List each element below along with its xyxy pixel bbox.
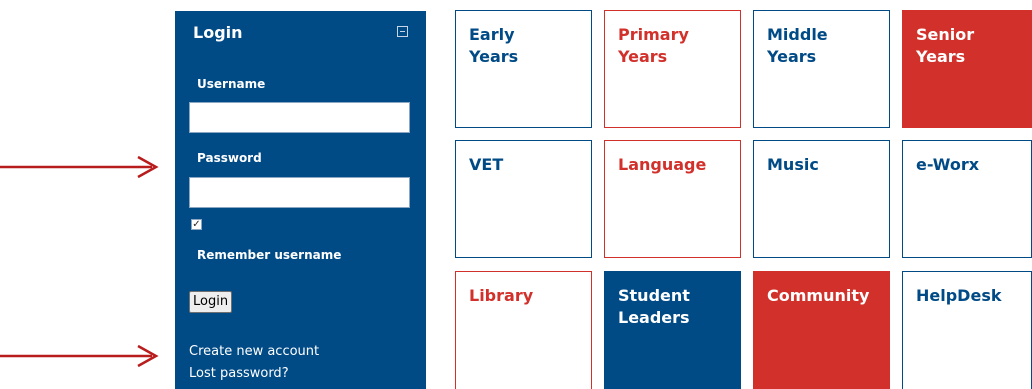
- tile-label: Early Years: [469, 25, 519, 66]
- tile-primary-years[interactable]: Primary Years: [604, 10, 741, 128]
- username-label: Username: [197, 77, 266, 91]
- checkmark-icon: ✓: [192, 219, 201, 230]
- arrow-icon: [0, 344, 159, 368]
- tile-vet[interactable]: VET: [455, 140, 592, 258]
- tile-label: e-Worx: [916, 155, 980, 174]
- tile-label: Library: [469, 286, 534, 305]
- tile-early-years[interactable]: Early Years: [455, 10, 592, 128]
- login-title: Login: [193, 23, 243, 42]
- username-input[interactable]: [189, 102, 410, 133]
- tile-eworx[interactable]: e-Worx: [902, 140, 1032, 258]
- tile-middle-years[interactable]: Middle Years: [753, 10, 890, 128]
- tile-student-leaders[interactable]: Student Leaders: [604, 271, 741, 389]
- tile-label: Music: [767, 155, 819, 174]
- tile-label: Student Leaders: [618, 286, 690, 327]
- tile-label: Middle Years: [767, 25, 828, 66]
- remember-checkbox[interactable]: ✓: [191, 219, 202, 230]
- minimize-icon[interactable]: [397, 26, 408, 37]
- lost-password-link[interactable]: Lost password?: [189, 366, 289, 381]
- tile-language[interactable]: Language: [604, 140, 741, 258]
- tile-music[interactable]: Music: [753, 140, 890, 258]
- password-input[interactable]: [189, 177, 410, 208]
- tile-label: Community: [767, 286, 870, 305]
- tile-label: VET: [469, 155, 504, 174]
- tile-helpdesk[interactable]: HelpDesk: [902, 271, 1032, 389]
- password-label: Password: [197, 151, 262, 165]
- remember-username-label: Remember username: [197, 248, 342, 262]
- create-account-link[interactable]: Create new account: [189, 344, 319, 359]
- tile-label: HelpDesk: [916, 286, 1002, 305]
- tile-label: Language: [618, 155, 707, 174]
- login-button[interactable]: Login: [189, 291, 233, 313]
- tile-community[interactable]: Community: [753, 271, 890, 389]
- tile-label: Primary Years: [618, 25, 689, 66]
- arrow-icon: [0, 155, 159, 179]
- tile-label: Senior Years: [916, 25, 975, 66]
- tile-library[interactable]: Library: [455, 271, 592, 389]
- login-panel: Login Username Password ✓ Remember usern…: [175, 11, 426, 389]
- tile-senior-years[interactable]: Senior Years: [902, 10, 1032, 128]
